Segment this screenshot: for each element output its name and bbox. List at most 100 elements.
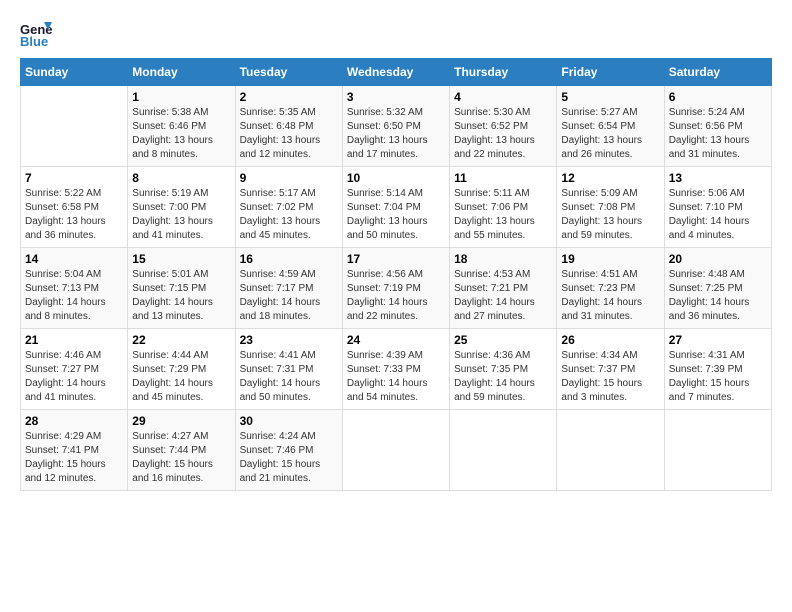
weekday-header-saturday: Saturday bbox=[664, 59, 771, 86]
day-number: 19 bbox=[561, 252, 659, 266]
day-info: Sunrise: 5:04 AM Sunset: 7:13 PM Dayligh… bbox=[25, 268, 123, 324]
calendar-cell: 24 Sunrise: 4:39 AM Sunset: 7:33 PM Dayl… bbox=[342, 329, 449, 410]
week-row-1: 1 Sunrise: 5:38 AM Sunset: 6:46 PM Dayli… bbox=[21, 86, 772, 167]
calendar-cell: 1 Sunrise: 5:38 AM Sunset: 6:46 PM Dayli… bbox=[128, 86, 235, 167]
calendar-cell: 2 Sunrise: 5:35 AM Sunset: 6:48 PM Dayli… bbox=[235, 86, 342, 167]
calendar-cell: 4 Sunrise: 5:30 AM Sunset: 6:52 PM Dayli… bbox=[450, 86, 557, 167]
day-number: 4 bbox=[454, 90, 552, 104]
day-number: 23 bbox=[240, 333, 338, 347]
day-info: Sunrise: 5:06 AM Sunset: 7:10 PM Dayligh… bbox=[669, 187, 767, 243]
day-info: Sunrise: 4:59 AM Sunset: 7:17 PM Dayligh… bbox=[240, 268, 338, 324]
calendar-cell: 29 Sunrise: 4:27 AM Sunset: 7:44 PM Dayl… bbox=[128, 410, 235, 491]
day-number: 24 bbox=[347, 333, 445, 347]
calendar-cell: 13 Sunrise: 5:06 AM Sunset: 7:10 PM Dayl… bbox=[664, 167, 771, 248]
calendar-cell: 5 Sunrise: 5:27 AM Sunset: 6:54 PM Dayli… bbox=[557, 86, 664, 167]
calendar-cell: 23 Sunrise: 4:41 AM Sunset: 7:31 PM Dayl… bbox=[235, 329, 342, 410]
calendar-cell: 26 Sunrise: 4:34 AM Sunset: 7:37 PM Dayl… bbox=[557, 329, 664, 410]
calendar-cell: 12 Sunrise: 5:09 AM Sunset: 7:08 PM Dayl… bbox=[557, 167, 664, 248]
calendar-cell bbox=[21, 86, 128, 167]
weekday-header-wednesday: Wednesday bbox=[342, 59, 449, 86]
day-info: Sunrise: 4:46 AM Sunset: 7:27 PM Dayligh… bbox=[25, 349, 123, 405]
week-row-2: 7 Sunrise: 5:22 AM Sunset: 6:58 PM Dayli… bbox=[21, 167, 772, 248]
day-info: Sunrise: 5:27 AM Sunset: 6:54 PM Dayligh… bbox=[561, 106, 659, 162]
calendar-cell: 20 Sunrise: 4:48 AM Sunset: 7:25 PM Dayl… bbox=[664, 248, 771, 329]
week-row-3: 14 Sunrise: 5:04 AM Sunset: 7:13 PM Dayl… bbox=[21, 248, 772, 329]
calendar-cell: 27 Sunrise: 4:31 AM Sunset: 7:39 PM Dayl… bbox=[664, 329, 771, 410]
day-info: Sunrise: 4:51 AM Sunset: 7:23 PM Dayligh… bbox=[561, 268, 659, 324]
calendar-cell bbox=[557, 410, 664, 491]
day-info: Sunrise: 5:01 AM Sunset: 7:15 PM Dayligh… bbox=[132, 268, 230, 324]
day-number: 28 bbox=[25, 414, 123, 428]
day-number: 3 bbox=[347, 90, 445, 104]
weekday-header-tuesday: Tuesday bbox=[235, 59, 342, 86]
day-number: 22 bbox=[132, 333, 230, 347]
day-info: Sunrise: 5:22 AM Sunset: 6:58 PM Dayligh… bbox=[25, 187, 123, 243]
day-number: 1 bbox=[132, 90, 230, 104]
calendar-cell: 30 Sunrise: 4:24 AM Sunset: 7:46 PM Dayl… bbox=[235, 410, 342, 491]
day-number: 29 bbox=[132, 414, 230, 428]
calendar-cell: 9 Sunrise: 5:17 AM Sunset: 7:02 PM Dayli… bbox=[235, 167, 342, 248]
day-info: Sunrise: 5:19 AM Sunset: 7:00 PM Dayligh… bbox=[132, 187, 230, 243]
calendar-cell: 3 Sunrise: 5:32 AM Sunset: 6:50 PM Dayli… bbox=[342, 86, 449, 167]
calendar-cell: 10 Sunrise: 5:14 AM Sunset: 7:04 PM Dayl… bbox=[342, 167, 449, 248]
logo-icon: General Blue bbox=[20, 20, 52, 48]
day-info: Sunrise: 4:34 AM Sunset: 7:37 PM Dayligh… bbox=[561, 349, 659, 405]
calendar-cell: 8 Sunrise: 5:19 AM Sunset: 7:00 PM Dayli… bbox=[128, 167, 235, 248]
day-info: Sunrise: 4:53 AM Sunset: 7:21 PM Dayligh… bbox=[454, 268, 552, 324]
day-number: 8 bbox=[132, 171, 230, 185]
weekday-header-sunday: Sunday bbox=[21, 59, 128, 86]
calendar-table: SundayMondayTuesdayWednesdayThursdayFrid… bbox=[20, 58, 772, 491]
day-number: 5 bbox=[561, 90, 659, 104]
day-number: 10 bbox=[347, 171, 445, 185]
day-info: Sunrise: 5:14 AM Sunset: 7:04 PM Dayligh… bbox=[347, 187, 445, 243]
weekday-header-row: SundayMondayTuesdayWednesdayThursdayFrid… bbox=[21, 59, 772, 86]
day-info: Sunrise: 4:56 AM Sunset: 7:19 PM Dayligh… bbox=[347, 268, 445, 324]
weekday-header-thursday: Thursday bbox=[450, 59, 557, 86]
calendar-cell bbox=[450, 410, 557, 491]
day-info: Sunrise: 4:44 AM Sunset: 7:29 PM Dayligh… bbox=[132, 349, 230, 405]
calendar-cell: 19 Sunrise: 4:51 AM Sunset: 7:23 PM Dayl… bbox=[557, 248, 664, 329]
day-number: 12 bbox=[561, 171, 659, 185]
calendar-cell: 11 Sunrise: 5:11 AM Sunset: 7:06 PM Dayl… bbox=[450, 167, 557, 248]
calendar-cell: 14 Sunrise: 5:04 AM Sunset: 7:13 PM Dayl… bbox=[21, 248, 128, 329]
day-number: 11 bbox=[454, 171, 552, 185]
day-number: 13 bbox=[669, 171, 767, 185]
day-number: 14 bbox=[25, 252, 123, 266]
calendar-cell: 18 Sunrise: 4:53 AM Sunset: 7:21 PM Dayl… bbox=[450, 248, 557, 329]
week-row-5: 28 Sunrise: 4:29 AM Sunset: 7:41 PM Dayl… bbox=[21, 410, 772, 491]
day-info: Sunrise: 5:24 AM Sunset: 6:56 PM Dayligh… bbox=[669, 106, 767, 162]
day-number: 18 bbox=[454, 252, 552, 266]
calendar-cell: 22 Sunrise: 4:44 AM Sunset: 7:29 PM Dayl… bbox=[128, 329, 235, 410]
calendar-cell: 21 Sunrise: 4:46 AM Sunset: 7:27 PM Dayl… bbox=[21, 329, 128, 410]
day-info: Sunrise: 4:31 AM Sunset: 7:39 PM Dayligh… bbox=[669, 349, 767, 405]
day-info: Sunrise: 4:29 AM Sunset: 7:41 PM Dayligh… bbox=[25, 430, 123, 486]
day-number: 20 bbox=[669, 252, 767, 266]
day-info: Sunrise: 5:17 AM Sunset: 7:02 PM Dayligh… bbox=[240, 187, 338, 243]
day-info: Sunrise: 5:38 AM Sunset: 6:46 PM Dayligh… bbox=[132, 106, 230, 162]
day-info: Sunrise: 4:41 AM Sunset: 7:31 PM Dayligh… bbox=[240, 349, 338, 405]
day-info: Sunrise: 4:36 AM Sunset: 7:35 PM Dayligh… bbox=[454, 349, 552, 405]
calendar-cell: 16 Sunrise: 4:59 AM Sunset: 7:17 PM Dayl… bbox=[235, 248, 342, 329]
day-number: 15 bbox=[132, 252, 230, 266]
day-number: 30 bbox=[240, 414, 338, 428]
day-number: 6 bbox=[669, 90, 767, 104]
calendar-cell bbox=[664, 410, 771, 491]
calendar-cell: 28 Sunrise: 4:29 AM Sunset: 7:41 PM Dayl… bbox=[21, 410, 128, 491]
logo: General Blue bbox=[20, 20, 52, 48]
calendar-cell: 7 Sunrise: 5:22 AM Sunset: 6:58 PM Dayli… bbox=[21, 167, 128, 248]
day-number: 9 bbox=[240, 171, 338, 185]
calendar-cell: 6 Sunrise: 5:24 AM Sunset: 6:56 PM Dayli… bbox=[664, 86, 771, 167]
day-number: 17 bbox=[347, 252, 445, 266]
day-info: Sunrise: 5:32 AM Sunset: 6:50 PM Dayligh… bbox=[347, 106, 445, 162]
day-info: Sunrise: 4:48 AM Sunset: 7:25 PM Dayligh… bbox=[669, 268, 767, 324]
calendar-cell: 17 Sunrise: 4:56 AM Sunset: 7:19 PM Dayl… bbox=[342, 248, 449, 329]
day-number: 26 bbox=[561, 333, 659, 347]
day-number: 16 bbox=[240, 252, 338, 266]
calendar-cell: 25 Sunrise: 4:36 AM Sunset: 7:35 PM Dayl… bbox=[450, 329, 557, 410]
svg-text:Blue: Blue bbox=[20, 34, 48, 48]
day-number: 25 bbox=[454, 333, 552, 347]
day-info: Sunrise: 4:39 AM Sunset: 7:33 PM Dayligh… bbox=[347, 349, 445, 405]
weekday-header-monday: Monday bbox=[128, 59, 235, 86]
page-header: General Blue bbox=[20, 20, 772, 48]
day-number: 2 bbox=[240, 90, 338, 104]
